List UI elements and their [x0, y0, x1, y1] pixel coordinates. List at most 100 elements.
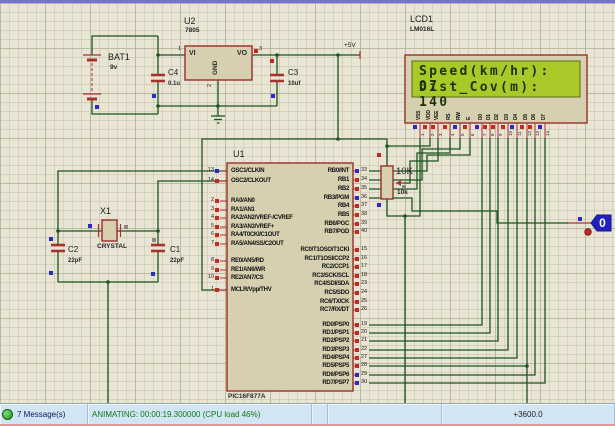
- u1-pin-number: 4: [210, 213, 214, 220]
- pin-state-marker: [463, 125, 467, 129]
- wire-junction: [56, 229, 60, 233]
- u1-pin-number: 9: [210, 265, 214, 272]
- logic-probe-value[interactable]: 0: [595, 216, 610, 230]
- message-count-label: 7 Message(s): [17, 410, 66, 419]
- wire[interactable]: [369, 197, 568, 224]
- u1-pin-name: RB7/PGD: [324, 228, 349, 235]
- pin-state-marker: [528, 125, 532, 129]
- u1-pin-number: 25: [361, 297, 368, 304]
- pot-body[interactable]: [380, 165, 394, 200]
- pin-state-marker: [355, 300, 359, 304]
- status-spacer-2: [328, 404, 442, 425]
- state-marker: [271, 94, 275, 98]
- pin-state-marker: [215, 225, 219, 229]
- u1-pin-number: 2: [210, 196, 214, 203]
- u1-pin-name: RC0/T1OSO/T1CKI: [300, 246, 349, 253]
- u1-pin-name: RD5/PSP5: [322, 362, 349, 369]
- u1-pin-name: RC4/SDI/SDA: [314, 280, 349, 287]
- u1-pin-number: 33: [361, 166, 368, 173]
- label-u2-vo: VO: [237, 50, 248, 57]
- u1-pin-name: RB5: [337, 211, 349, 218]
- u1-pin-name: RB6/PGC: [324, 220, 349, 227]
- lcd-pin-name: D2: [494, 114, 500, 120]
- lcd-pin-name: D1: [486, 114, 492, 120]
- lcd-pin-number: 12: [527, 130, 532, 136]
- logic-state-dot: [584, 228, 592, 236]
- label-u2-vi: VI: [189, 50, 196, 57]
- pin-state-marker: [355, 257, 359, 261]
- state-marker: [95, 105, 99, 109]
- wire-junction: [336, 137, 340, 141]
- label-u2-val: 7805: [185, 27, 200, 34]
- u1-pin-name: RB1: [337, 176, 349, 183]
- lcd-pin-number: 9: [498, 133, 503, 136]
- u1-pin-number: 6: [210, 230, 214, 237]
- pin-state-marker: [520, 125, 524, 129]
- wire[interactable]: [157, 180, 227, 231]
- lcd-pin-number: 2: [430, 133, 435, 136]
- wire-junction: [336, 53, 340, 57]
- state-marker: [578, 217, 582, 221]
- wire[interactable]: [91, 100, 158, 115]
- u1-pin-name: RB0/INT: [327, 167, 350, 174]
- label-lcd-val: LM016L: [410, 26, 435, 33]
- pin-state-marker: [355, 331, 359, 335]
- u1-pin-number: 20: [361, 328, 368, 335]
- message-indicator-icon: [2, 409, 13, 420]
- u1-pin-number: 37: [361, 201, 368, 208]
- label-u2-n1: 1: [178, 46, 182, 52]
- pin-state-marker: [215, 169, 219, 173]
- wire[interactable]: [387, 138, 431, 147]
- u1-pin-name: RD4/PSP4: [322, 354, 349, 361]
- lcd-pin-number: 6: [470, 133, 475, 136]
- label-x1-ref: X1: [100, 206, 112, 216]
- lcd-pin-name: D7: [541, 114, 547, 120]
- pin-state-marker: [355, 373, 359, 377]
- lcd-pin-name: VDD: [426, 110, 432, 120]
- u1-pin-number: 21: [361, 336, 368, 343]
- u1-pin-number: 15: [361, 245, 368, 252]
- u1-pin-number: 19: [361, 320, 368, 327]
- status-spacer-1: [312, 404, 328, 425]
- u1-pin-number: 22: [361, 345, 368, 352]
- label-x1-val: CRYSTAL: [97, 243, 127, 250]
- u1-pin-name: RD3/PSP3: [322, 346, 349, 353]
- lcd-pin-name: D0: [478, 114, 484, 120]
- schematic-canvas[interactable]: Speed(km/hr): 07 Dist_Cov(m): 140 0 U2 78…: [0, 3, 615, 405]
- u1-pin-name: RB2: [337, 185, 349, 192]
- u1-pin-number: 29: [361, 370, 368, 377]
- wire-junction: [156, 53, 160, 57]
- pin-state-marker: [355, 291, 359, 295]
- wire-junction: [216, 104, 220, 108]
- wire-junction: [156, 229, 160, 233]
- status-messages-section[interactable]: 7 Message(s): [0, 404, 88, 425]
- state-marker: [49, 237, 53, 241]
- label-p5v: +5V: [344, 42, 356, 49]
- pin-state-marker: [215, 233, 219, 237]
- lcd-pin-number: 8: [490, 133, 495, 136]
- u1-pin-number: 34: [361, 175, 368, 182]
- label-u1-val: PIC16F877A: [228, 393, 266, 400]
- wire[interactable]: [369, 138, 536, 376]
- lcd-pin-number: 11: [517, 131, 522, 136]
- u1-pin-number: 5: [210, 222, 214, 229]
- u1-pin-number: 1: [210, 285, 214, 292]
- label-u1-ref: U1: [233, 149, 245, 159]
- crystal-body[interactable]: [101, 219, 118, 242]
- state-marker: [49, 271, 53, 275]
- label-u2-gnd: GND: [212, 60, 219, 75]
- lcd-pin-name: VEE: [434, 110, 440, 120]
- pin-state-marker: [538, 125, 542, 129]
- pin-state-marker: [355, 381, 359, 385]
- u1-pin-number: 17: [361, 262, 368, 269]
- u1-pin-number: 40: [361, 227, 368, 234]
- u1-pin-name: RD2/PSP2: [322, 337, 349, 344]
- lcd-pin-number: 7: [482, 133, 487, 136]
- state-marker: [254, 49, 258, 53]
- lcd-pin-name: RW: [456, 112, 462, 120]
- u1-pin-name: RC6/TX/CK: [320, 298, 349, 305]
- lcd-pin-number: 4: [450, 133, 455, 136]
- u1-pin-number: 26: [361, 305, 368, 312]
- wire-junction: [525, 364, 529, 368]
- pin-state-marker: [475, 125, 479, 129]
